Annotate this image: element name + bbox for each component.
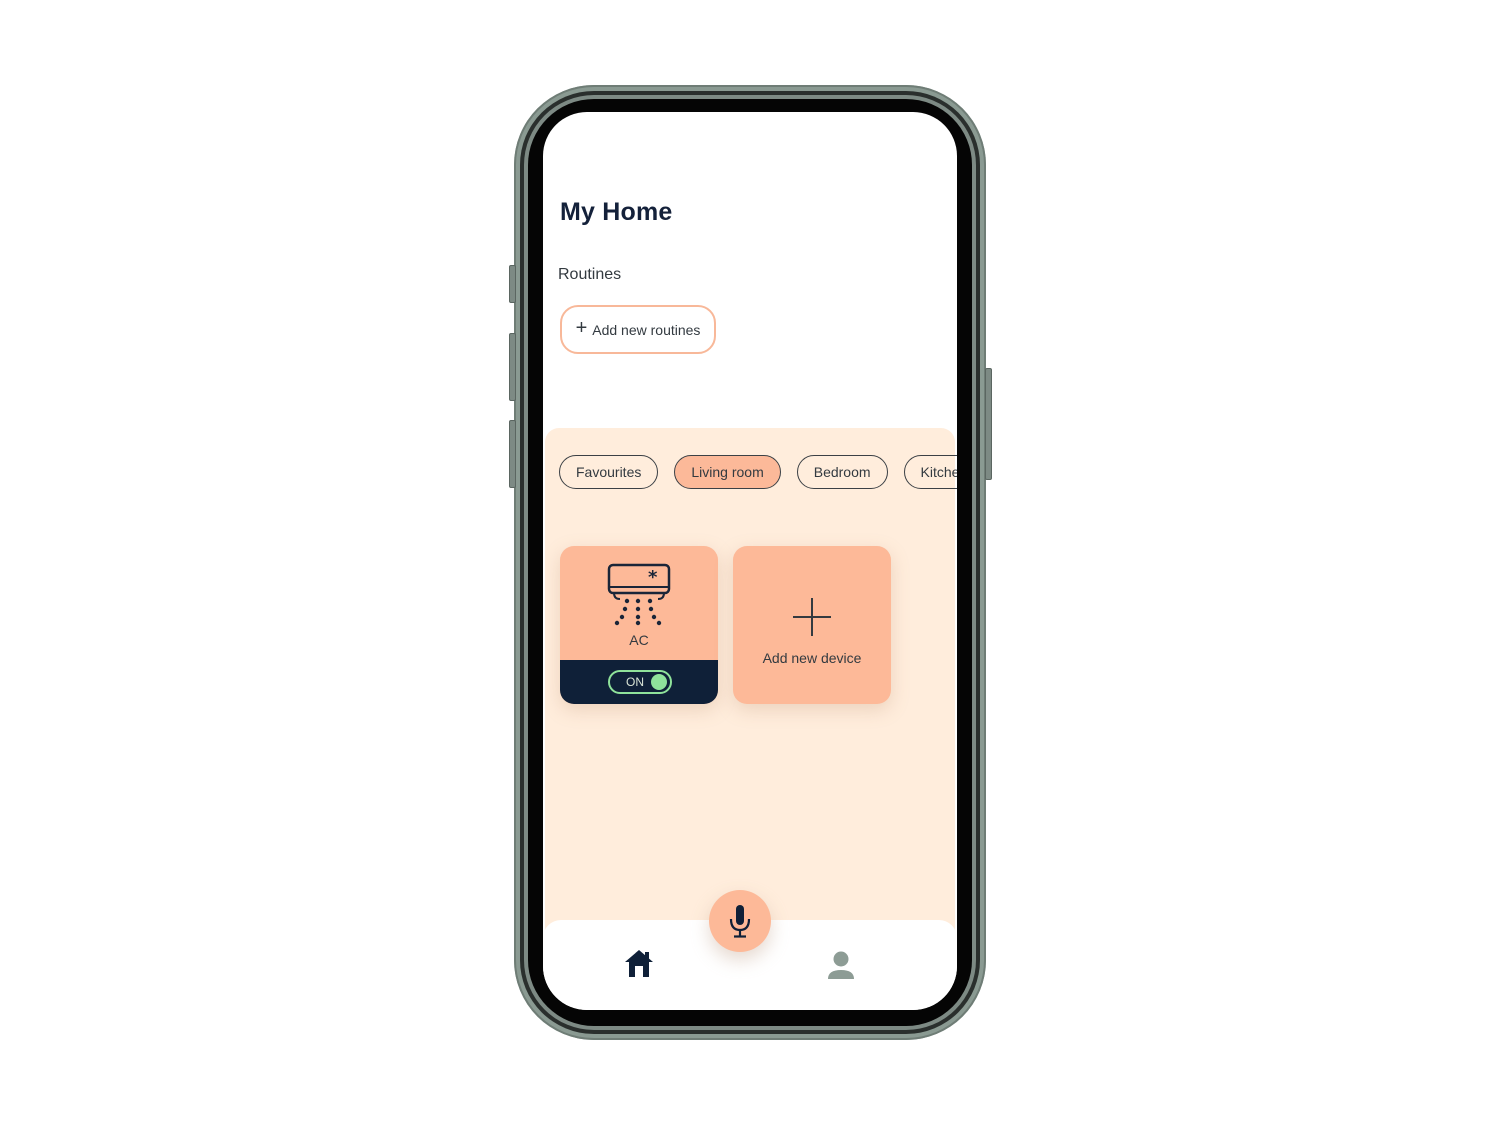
add-routine-button[interactable]: + Add new routines bbox=[560, 305, 716, 354]
tab-bedroom[interactable]: Bedroom bbox=[796, 455, 888, 489]
svg-text:*: * bbox=[648, 567, 658, 588]
toggle-knob bbox=[651, 674, 667, 690]
tab-favourites[interactable]: Favourites bbox=[559, 455, 659, 489]
tab-label: Favourites bbox=[576, 464, 642, 480]
add-routine-label: Add new routines bbox=[592, 321, 701, 338]
device-card-ac[interactable]: * AC ON bbox=[560, 546, 718, 704]
plus-icon: + bbox=[575, 317, 588, 339]
device-control-bar: ON bbox=[560, 660, 718, 704]
tab-label: Kitche bbox=[920, 464, 957, 480]
profile-icon bbox=[828, 951, 854, 979]
tab-label: Bedroom bbox=[813, 464, 871, 480]
microphone-icon bbox=[729, 905, 751, 938]
air-conditioner-icon: * bbox=[607, 563, 671, 626]
device-name: AC bbox=[629, 632, 649, 648]
voice-assistant-button[interactable] bbox=[709, 890, 771, 952]
volume-down-button bbox=[509, 420, 516, 488]
volume-up-button bbox=[509, 333, 516, 401]
power-toggle[interactable]: ON bbox=[608, 670, 672, 694]
room-tabs: Favourites Living room Bedroom Kitche bbox=[559, 455, 957, 489]
home-icon bbox=[625, 950, 653, 977]
mute-switch bbox=[509, 265, 516, 303]
plus-icon bbox=[793, 598, 831, 636]
toggle-state-label: ON bbox=[626, 675, 644, 689]
nav-profile[interactable] bbox=[827, 950, 855, 985]
phone-screen: My Home Routines + Add new routines Favo… bbox=[543, 112, 957, 1010]
page-title: My Home bbox=[560, 198, 673, 226]
tab-living-room[interactable]: Living room bbox=[674, 455, 781, 489]
nav-home[interactable] bbox=[623, 948, 655, 983]
tab-label: Living room bbox=[691, 464, 764, 480]
add-device-label: Add new device bbox=[762, 650, 862, 666]
tab-kitchen[interactable]: Kitche bbox=[903, 455, 957, 489]
add-device-button[interactable]: Add new device bbox=[733, 546, 891, 704]
power-button bbox=[985, 368, 992, 480]
routines-section-label: Routines bbox=[558, 266, 622, 283]
